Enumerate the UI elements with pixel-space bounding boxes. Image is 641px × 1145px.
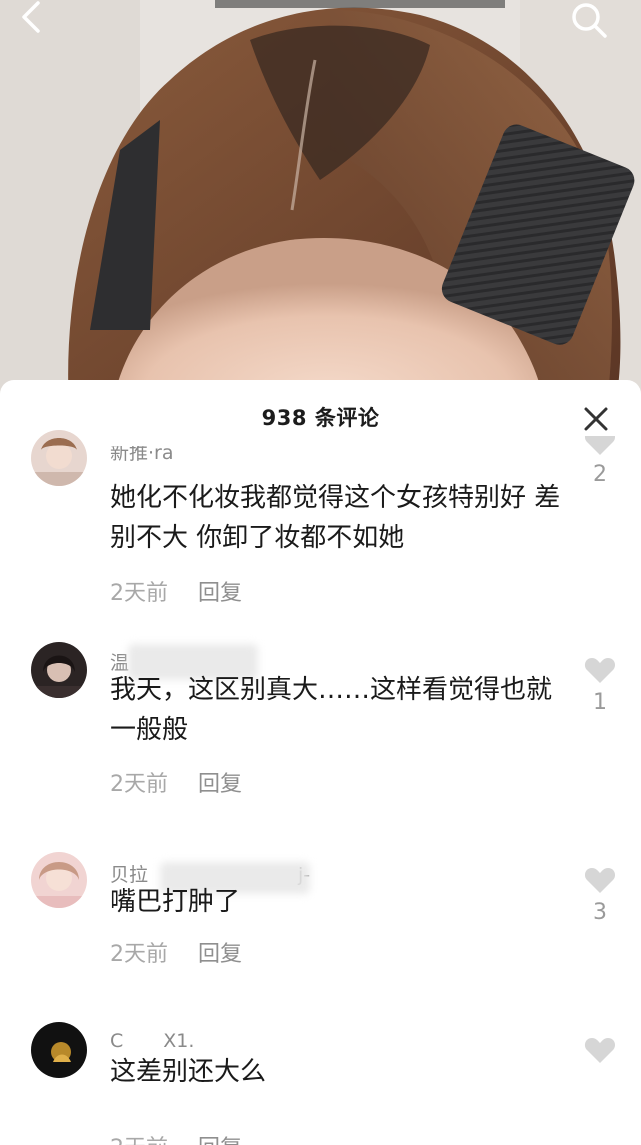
reply-button[interactable]: 回复 bbox=[198, 581, 242, 606]
back-button[interactable] bbox=[18, 0, 70, 48]
search-button[interactable] bbox=[569, 0, 621, 48]
comment-username[interactable]: 新推·ra bbox=[110, 446, 174, 465]
back-chevron-icon bbox=[22, 1, 40, 33]
comment-time: 2天前 bbox=[110, 942, 168, 967]
avatar[interactable] bbox=[31, 1022, 87, 1078]
comment-time: 2天前 bbox=[110, 772, 168, 797]
comments-count-title: 938 条评论 bbox=[261, 406, 380, 430]
close-icon bbox=[584, 407, 608, 431]
comment-item: 贝拉j- 嘴巴打肿了 2天前回复 3 bbox=[0, 852, 641, 1002]
close-button[interactable] bbox=[581, 404, 611, 434]
like-count: 3 bbox=[593, 900, 607, 925]
comment-text: 她化不化妆我都觉得这个女孩特别好 差别不大 你卸了妆都不如她 bbox=[110, 483, 561, 553]
comment-meta: 2天前 回复 bbox=[110, 936, 242, 968]
comment-text: 嘴巴打肿了 bbox=[110, 887, 241, 917]
comment-item: 新推·ra 她化不化妆我都觉得这个女孩特别好 差别不大 你卸了妆都不如她 2天前… bbox=[0, 430, 641, 610]
username-head: C bbox=[110, 1030, 124, 1052]
comment-meta: 2天前 回复 bbox=[110, 575, 242, 607]
heart-icon[interactable] bbox=[583, 864, 617, 894]
like-column: 3 bbox=[580, 864, 620, 925]
reply-button[interactable]: 回复 bbox=[198, 942, 242, 967]
avatar[interactable] bbox=[31, 430, 87, 486]
comment-item: 温 我天，这区别真大……这样看觉得也就一般般 2天前 回复 1 bbox=[0, 642, 641, 822]
heart-icon[interactable] bbox=[583, 1034, 617, 1064]
comment-time: 2天前 bbox=[110, 1136, 168, 1145]
comment-meta: 2天前 回复 bbox=[110, 766, 242, 798]
comment-time: 2天前 bbox=[110, 581, 168, 606]
reply-button[interactable]: 回复 bbox=[198, 772, 242, 797]
avatar[interactable] bbox=[31, 642, 87, 698]
like-column: 2 bbox=[580, 436, 620, 487]
comments-sheet: 938 条评论 新推·ra 她化不化妆我都觉得这个女孩特别好 差别不大 你卸了妆… bbox=[0, 380, 641, 1145]
avatar[interactable] bbox=[31, 852, 87, 908]
comment-item: C X1. 这差别还大么 2天前 回复 bbox=[0, 1022, 641, 1145]
like-count: 1 bbox=[593, 690, 607, 715]
like-column bbox=[580, 1034, 620, 1070]
heart-icon[interactable] bbox=[583, 654, 617, 684]
username-tail: X1. bbox=[163, 1030, 195, 1052]
reply-button[interactable]: 回复 bbox=[198, 1136, 242, 1145]
video-frame[interactable] bbox=[0, 0, 641, 420]
heart-icon[interactable] bbox=[583, 436, 617, 456]
video-image bbox=[0, 0, 641, 420]
comment-meta: 2天前 回复 bbox=[110, 1130, 242, 1145]
like-count: 2 bbox=[593, 462, 607, 487]
search-icon bbox=[572, 3, 607, 38]
like-column: 1 bbox=[580, 654, 620, 715]
comment-username[interactable]: C X1. bbox=[110, 1030, 194, 1052]
comment-text: 我天，这区别真大……这样看觉得也就一般般 bbox=[110, 675, 553, 745]
comment-text: 这差别还大么 bbox=[110, 1057, 267, 1087]
screen: 938 条评论 新推·ra 她化不化妆我都觉得这个女孩特别好 差别不大 你卸了妆… bbox=[0, 0, 641, 1145]
